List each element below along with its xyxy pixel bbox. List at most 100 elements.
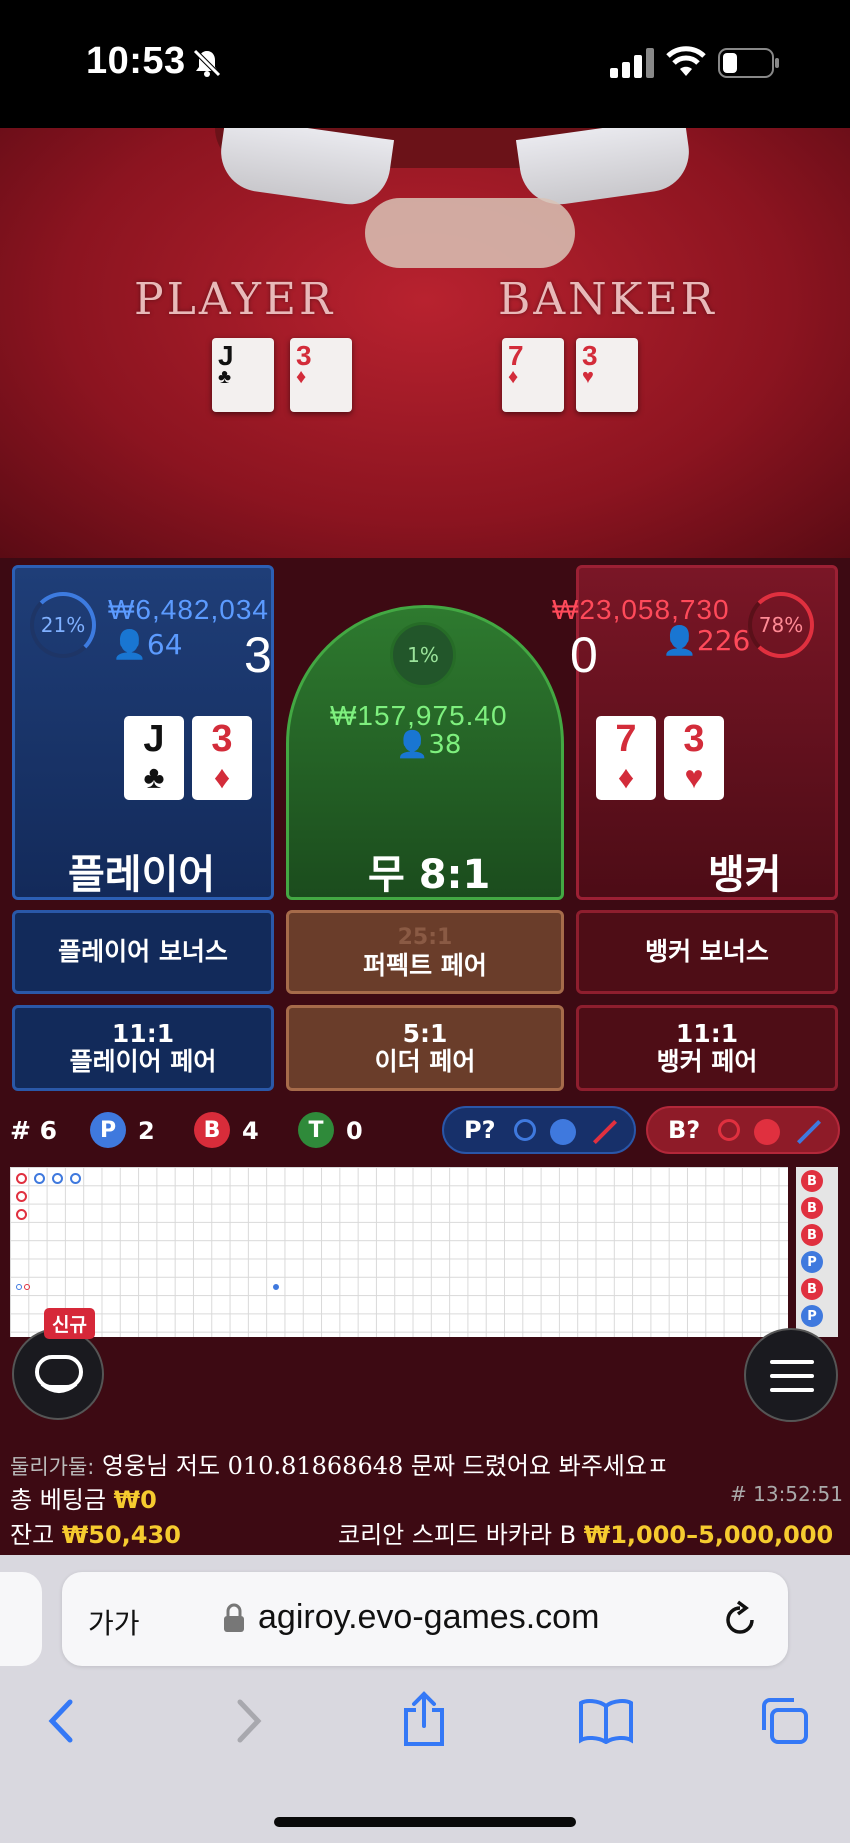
table-info: 코리안 스피드 바카라 B ₩1,000–5,000,000 [338,1515,833,1550]
player-bonus-button[interactable]: 플레이어 보너스 [12,910,274,994]
road-marker [24,1284,30,1290]
banker-predict-button[interactable]: B? [646,1106,840,1154]
chat-username: 둘리가둘: [10,1455,95,1479]
reload-icon[interactable] [722,1600,758,1638]
balance: 잔고 ₩50,430 [10,1521,181,1549]
text-size-button[interactable]: 가가 [88,1602,140,1642]
game-id: # 13:52:51 [730,1482,843,1506]
road-marker [16,1173,27,1184]
forward-icon[interactable] [232,1698,264,1744]
home-indicator [274,1817,576,1827]
road-marker [273,1284,279,1290]
player-predict-label: P? [464,1116,496,1144]
table-player-card-2: 3 ♦ [290,338,352,412]
player-label: 플레이어 [68,852,216,898]
player-percent-ring: 21% [30,592,96,658]
url-text: agiroy.evo-games.com [258,1598,600,1636]
table-banker-card-1: 7 ♦ [502,338,564,412]
player-bonus-label: 플레이어 보너스 [58,937,228,966]
battery-icon [718,48,779,78]
bead-player: P [801,1305,823,1327]
tie-amount: ₩157,975.40 [330,700,508,731]
blue-dot-icon [550,1119,576,1145]
tie-percent-ring: 1% [390,622,456,688]
address-bar[interactable]: 가가 agiroy.evo-games.com [62,1572,788,1666]
chat-bubble-icon [35,1355,83,1393]
balance-value: ₩50,430 [61,1521,181,1549]
road-marker [34,1173,45,1184]
user-icon: 👤 [662,624,697,657]
player-wins-badge: P [90,1112,126,1148]
player-predict-button[interactable]: P? [442,1106,636,1154]
player-amount: ₩6,482,034 [108,594,269,625]
road-marker [16,1191,27,1202]
banker-pair-odds: 11:1 [675,1019,739,1048]
bead-banker: B [801,1278,823,1300]
player-percent: 21% [40,613,86,637]
share-icon[interactable] [400,1690,448,1748]
previous-tab-preview[interactable] [0,1572,42,1666]
tie-count-badge: T [298,1112,334,1148]
road-map[interactable] [10,1167,788,1337]
bet-limits: ₩1,000–5,000,000 [583,1521,834,1549]
live-video-feed: PLAYER BANKER J ♣ 3 ♦ 7 ♦ 3 ♥ [0,128,850,558]
perfect-pair-button[interactable]: 25:1 퍼펙트 페어 [286,910,564,994]
bead-banker: B [801,1224,823,1246]
dealer-hands [365,198,575,268]
blue-ring-icon [514,1119,536,1141]
user-icon: 👤 [396,730,429,760]
bead-banker: B [801,1197,823,1219]
lock-icon [224,1603,244,1632]
banker-pair-label: 뱅커 페어 [656,1047,758,1076]
red-slash-icon [592,1119,618,1145]
table-player-text: PLAYER [134,274,336,325]
banker-users: 👤226 [662,624,751,657]
banker-pair-button[interactable]: 11:1 뱅커 페어 [576,1005,838,1091]
banker-percent: 78% [758,613,804,637]
dealer-left-hand [215,128,395,210]
table-banker-card-2: 3 ♥ [576,338,638,412]
road-marker [16,1209,27,1220]
banker-label: 뱅커 [708,852,782,898]
banker-wins-count: 4 [242,1117,259,1145]
banker-wins-badge: B [194,1112,230,1148]
player-wins-count: 2 [138,1117,155,1145]
status-time: 10:53 [86,40,186,82]
chat-text: 영웅님 저도 010.81868648 문짜 드렸어요 봐주세요ㅍ [102,1452,670,1480]
player-pair-button[interactable]: 11:1 플레이어 페어 [12,1005,274,1091]
banker-bonus-button[interactable]: 뱅커 보너스 [576,910,838,994]
bead-banker: B [801,1170,823,1192]
chat-button[interactable] [12,1328,104,1420]
player-score: 3 [244,627,272,683]
banker-card-2: 3 ♥ [664,716,724,800]
player-card-2: 3 ♦ [192,716,252,800]
player-pair-odds: 11:1 [111,1019,175,1048]
back-icon[interactable] [46,1698,78,1744]
tie-count: 0 [346,1117,363,1145]
table-name: 코리안 스피드 바카라 B [338,1521,577,1549]
banker-score: 0 [570,627,598,683]
banker-card-1: 7 ♦ [596,716,656,800]
banker-predict-label: B? [668,1116,701,1144]
perfect-pair-odds: 25:1 [397,925,453,950]
tabs-icon[interactable] [758,1696,810,1746]
red-dot-icon [754,1119,780,1145]
total-bet-value: ₩0 [113,1486,157,1514]
player-card-1: J ♣ [124,716,184,800]
red-ring-icon [718,1119,740,1141]
either-pair-odds: 5:1 [402,1019,448,1048]
either-pair-label: 이더 페어 [374,1047,476,1076]
user-icon: 👤 [112,628,147,661]
hamburger-menu-icon [770,1360,814,1392]
cellular-signal-icon [610,48,654,78]
menu-button[interactable] [744,1328,838,1422]
banker-amount: ₩23,058,730 [552,594,730,625]
blue-slash-icon [796,1119,822,1145]
wifi-icon [666,46,706,76]
bookmarks-icon[interactable] [578,1698,634,1744]
tie-percent: 1% [407,643,439,667]
perfect-pair-label: 퍼펙트 페어 [363,951,487,980]
either-pair-button[interactable]: 5:1 이더 페어 [286,1005,564,1091]
banker-bonus-label: 뱅커 보너스 [645,937,769,966]
table-player-card-1: J ♣ [212,338,274,412]
